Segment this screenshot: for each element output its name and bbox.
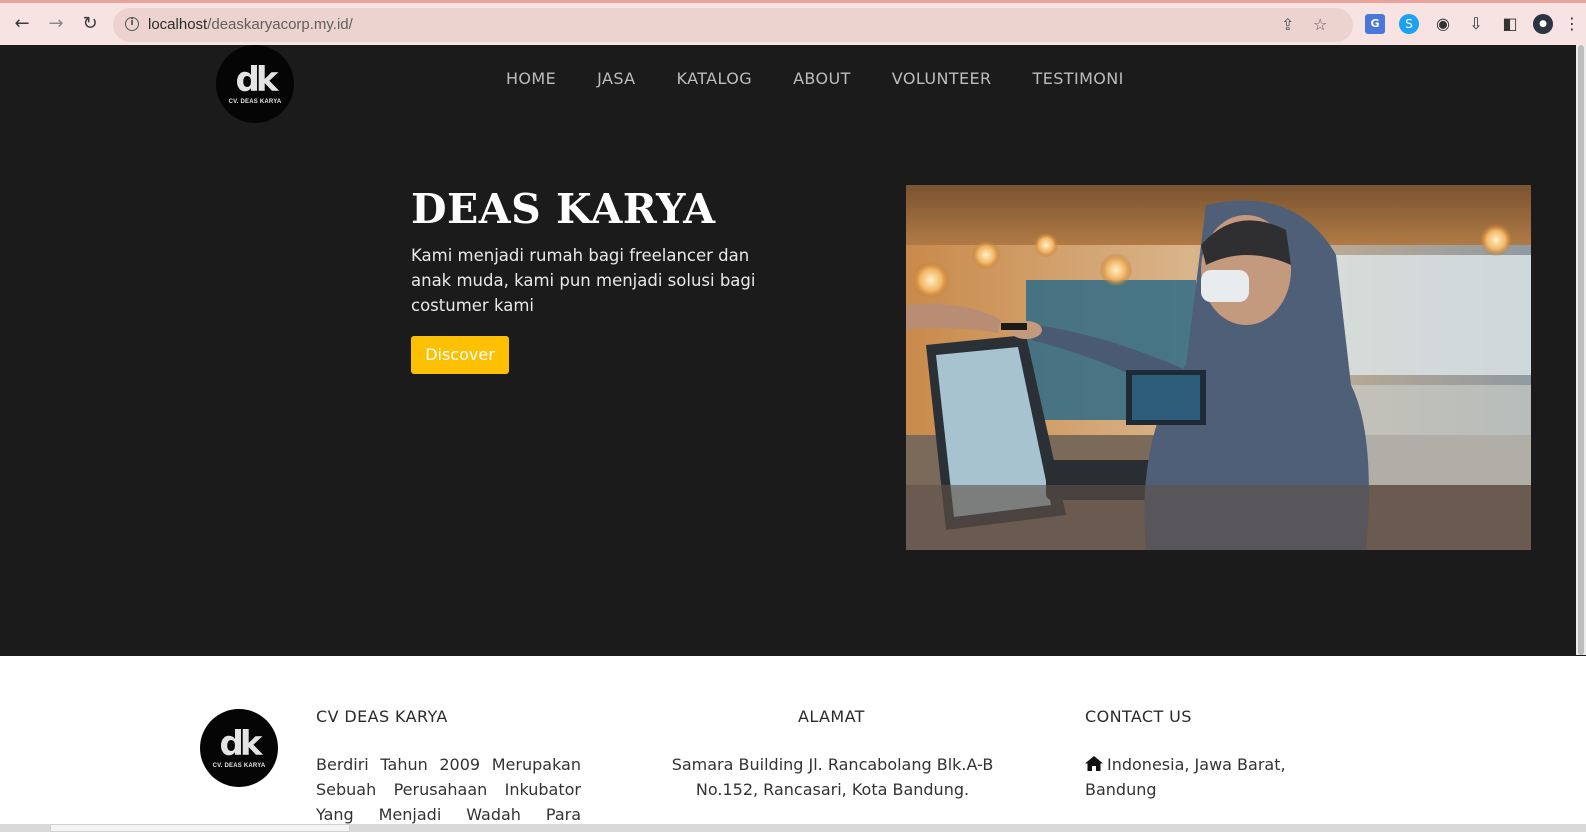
nav-jasa[interactable]: JASA	[597, 69, 635, 88]
discover-button[interactable]: Discover	[411, 336, 509, 374]
info-icon[interactable]: i	[125, 17, 139, 31]
company-description: Berdiri Tahun 2009 Merupakan Sebuah Peru…	[316, 755, 581, 824]
url-host: localhost	[148, 16, 208, 33]
profile-icon[interactable]: ●	[1533, 14, 1553, 34]
nav-volunteer[interactable]: VOLUNTEER	[892, 69, 992, 88]
company-title: CV DEAS KARYA	[316, 707, 448, 726]
hero-description: Kami menjadi rumah bagi freelancer dan a…	[411, 246, 756, 315]
nav-katalog[interactable]: KATALOG	[677, 69, 753, 88]
nav-home[interactable]: HOME	[506, 69, 556, 88]
page-scrollbar[interactable]	[1576, 45, 1586, 655]
url-text[interactable]: localhost/deaskaryacorp.my.id/	[148, 16, 353, 33]
translate-icon[interactable]: G	[1365, 14, 1385, 34]
url-path: /deaskaryacorp.my.id/	[207, 16, 353, 33]
logo-monogram: dk	[235, 60, 279, 100]
sidepanel-icon[interactable]: ◧	[1500, 14, 1520, 34]
logo-caption: CV. DEAS KARYA	[228, 99, 282, 105]
nav-about[interactable]: ABOUT	[793, 69, 851, 88]
hero-photo	[906, 185, 1531, 550]
puzzle-icon[interactable]: ◉	[1433, 14, 1453, 34]
browser-toolbar: ← → ↻ i localhost/deaskaryacorp.my.id/ ⇪…	[0, 0, 1586, 45]
taskbar-window[interactable]	[50, 824, 350, 832]
contact-location-text: Indonesia, Jawa Barat, Bandung	[1085, 755, 1286, 799]
forward-button[interactable]: →	[45, 13, 67, 35]
address-line-2: No.152, Rancasari, Kota Bandung.	[695, 780, 970, 799]
home-icon	[1085, 756, 1103, 771]
download-icon[interactable]: ⇩	[1466, 14, 1486, 34]
menu-icon[interactable]: ⋮	[1562, 14, 1582, 34]
reload-button[interactable]: ↻	[79, 13, 101, 35]
back-button[interactable]: ←	[11, 13, 33, 35]
header-logo[interactable]: dk CV. DEAS KARYA	[216, 45, 294, 123]
main-nav: HOME JASA KATALOG ABOUT VOLUNTEER TESTIM…	[506, 69, 1165, 88]
address-line-1: Samara Building Jl. Rancabolang Blk.A-B	[671, 755, 994, 774]
footer-logo[interactable]: dk CV. DEAS KARYA	[200, 709, 278, 787]
os-taskbar	[0, 824, 1586, 832]
scrollbar-thumb[interactable]	[1578, 45, 1584, 655]
logo-caption: CV. DEAS KARYA	[212, 763, 266, 769]
star-icon[interactable]: ☆	[1313, 15, 1327, 34]
sync-icon[interactable]: S	[1399, 14, 1419, 34]
share-icon[interactable]: ⇪	[1281, 15, 1294, 34]
site-header: dk CV. DEAS KARYA HOME JASA KATALOG ABOU…	[0, 45, 1586, 125]
logo-monogram: dk	[219, 724, 263, 764]
address-text: Samara Building Jl. Rancabolang Blk.A-B …	[640, 752, 1025, 802]
address-title: ALAMAT	[798, 707, 865, 726]
address-bar[interactable]: i localhost/deaskaryacorp.my.id/ ⇪ ☆	[113, 8, 1353, 42]
contact-location: Indonesia, Jawa Barat, Bandung	[1085, 752, 1315, 802]
contact-title: CONTACT US	[1085, 707, 1192, 726]
site-footer: dk CV. DEAS KARYA CV DEAS KARYA Berdiri …	[0, 656, 1586, 832]
hero-title: DEAS KARYA	[411, 185, 716, 233]
nav-testimoni[interactable]: TESTIMONI	[1033, 69, 1124, 88]
cashier-photo-illustration	[906, 185, 1531, 550]
